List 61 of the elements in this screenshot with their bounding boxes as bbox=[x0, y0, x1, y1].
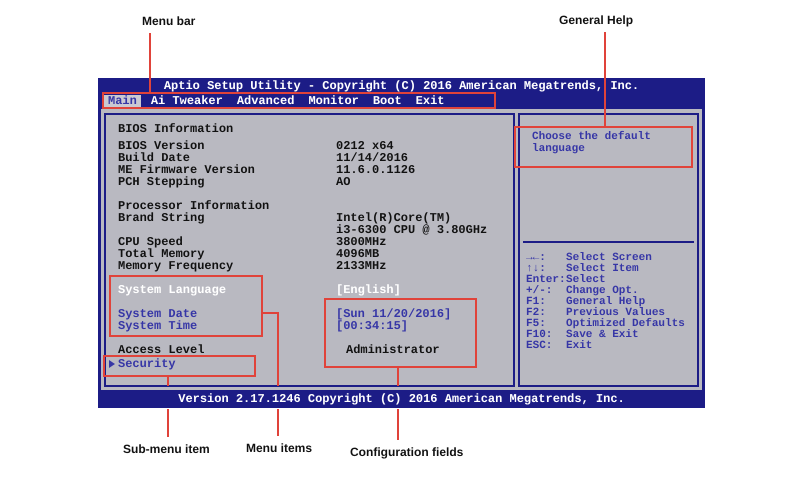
key-name: →←: bbox=[526, 253, 547, 264]
info-value: 11/14/2016 bbox=[336, 152, 410, 164]
setting-value[interactable]: [00:34:15] bbox=[336, 320, 513, 332]
info-value: 3800MHz bbox=[336, 236, 388, 248]
setting-label[interactable]: System Date bbox=[118, 308, 336, 320]
help-text: Choose the default language bbox=[532, 131, 652, 155]
key-action: General Help bbox=[566, 297, 646, 308]
leader-line bbox=[149, 33, 151, 93]
callout-label: Sub-menu item bbox=[123, 442, 210, 456]
menu-tab[interactable]: Exit bbox=[412, 95, 448, 108]
setting-label[interactable]: System Time bbox=[118, 320, 336, 332]
setting-value[interactable]: [Sun 11/20/2016] bbox=[336, 308, 513, 320]
menu-tab[interactable]: Boot bbox=[368, 95, 406, 108]
callout-label: Menu bar bbox=[142, 14, 196, 28]
info-value: Administrator bbox=[345, 344, 441, 356]
key-action: Select Item bbox=[566, 264, 640, 275]
key-action: Optimized Defaults bbox=[566, 319, 686, 330]
info-value: Intel(R)Core(TM) bbox=[336, 212, 452, 224]
info-label: ME Firmware Version bbox=[118, 164, 256, 176]
callout-label: General Help bbox=[559, 13, 634, 27]
info-value: 11.6.0.1126 bbox=[336, 164, 416, 176]
info-label: BIOS Version bbox=[118, 140, 206, 152]
key-action: Save & Exit bbox=[566, 330, 640, 341]
info-label: Total Memory bbox=[118, 248, 206, 260]
info-label: CPU Speed bbox=[118, 236, 184, 248]
section-heading: Processor Information bbox=[118, 200, 270, 212]
leader-line bbox=[167, 374, 169, 438]
key-name: ESC: bbox=[526, 341, 554, 352]
key-name: ↑↓: bbox=[526, 264, 546, 275]
submenu-item[interactable]: Security bbox=[118, 358, 336, 370]
info-label: Memory Frequency bbox=[118, 260, 234, 272]
info-value: 2133MHz bbox=[336, 260, 388, 272]
key-name: +/-: bbox=[526, 286, 554, 297]
callout-label: Menu items bbox=[246, 441, 312, 455]
info-value: 0212 x64 bbox=[336, 140, 394, 152]
info-label: Build Date bbox=[118, 152, 190, 164]
key-action: Select Screen bbox=[566, 253, 653, 264]
key-action: Exit bbox=[566, 341, 594, 352]
key-name: F2: bbox=[526, 308, 547, 319]
info-value: 4096MB bbox=[336, 248, 380, 260]
info-label: Brand String bbox=[118, 212, 206, 224]
submenu-arrow-icon bbox=[109, 360, 115, 368]
key-name: F10: bbox=[526, 330, 554, 341]
callout-label: Configuration fields bbox=[350, 445, 464, 459]
key-action: Previous Values bbox=[566, 308, 666, 319]
info-value: AO bbox=[336, 176, 352, 188]
menu-tab[interactable]: Main bbox=[104, 95, 141, 108]
key-action: Change Opt. bbox=[566, 286, 639, 297]
key-name: Enter: bbox=[526, 275, 566, 286]
info-label: PCH Stepping bbox=[118, 176, 206, 188]
window-title: Aptio Setup Utility - Copyright (C) 2016 American Megatrends, Inc. bbox=[162, 80, 640, 92]
menu-tab[interactable]: Monitor bbox=[304, 95, 363, 108]
key-name: F1: bbox=[526, 297, 547, 308]
menu-tab[interactable]: Advanced bbox=[232, 95, 298, 108]
section-heading: BIOS Information bbox=[118, 123, 234, 135]
info-value: i3-6300 CPU @ 3.80GHz bbox=[336, 224, 488, 236]
info-label: Access Level bbox=[118, 344, 206, 356]
menu-tab[interactable]: Ai Tweaker bbox=[146, 95, 227, 108]
key-name: F5: bbox=[526, 319, 546, 330]
status-text: Version 2.17.1246 Copyright (C) 2016 American Megatrends, Inc. bbox=[178, 392, 625, 406]
key-action: Select bbox=[566, 275, 607, 286]
